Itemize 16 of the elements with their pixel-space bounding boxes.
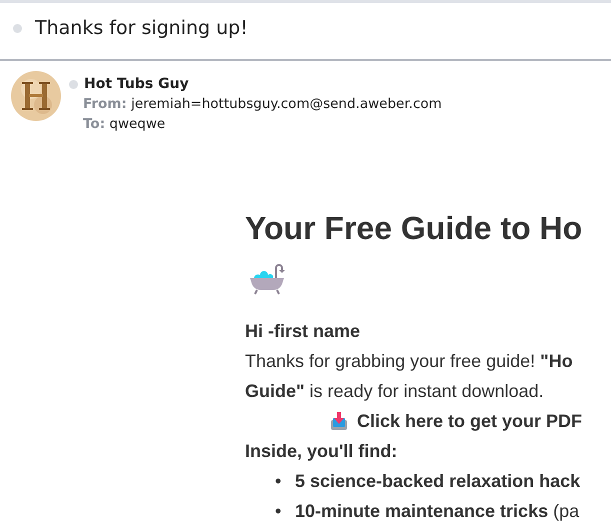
unread-dot xyxy=(13,24,22,32)
list-item: 10-minute maintenance tricks (pa xyxy=(295,500,580,523)
from-line: From: jeremiah=hottubsguy.com@send.aweber.com xyxy=(83,96,442,112)
download-icon xyxy=(329,411,349,431)
greeting: Hi -first name xyxy=(245,320,362,343)
email-heading: Your Free Guide to Ho xyxy=(245,209,584,248)
intro-paragraph: Thanks for grabbing your free guide! "Ho Guide" is ready for instant download. xyxy=(245,350,574,403)
status-dot xyxy=(69,80,78,88)
list-intro: Inside, you'll find: xyxy=(245,440,398,463)
download-link[interactable]: Click here to get your PDF xyxy=(357,406,582,436)
list-item: 5 science-backed relaxation hack xyxy=(295,470,582,493)
bullet-marker: • xyxy=(275,500,282,523)
to-line: To: qweqwe xyxy=(83,116,166,132)
bullet-marker: • xyxy=(275,470,282,493)
sender-name: Hot Tubs Guy xyxy=(84,76,189,92)
email-subject: Thanks for signing up! xyxy=(35,17,248,39)
